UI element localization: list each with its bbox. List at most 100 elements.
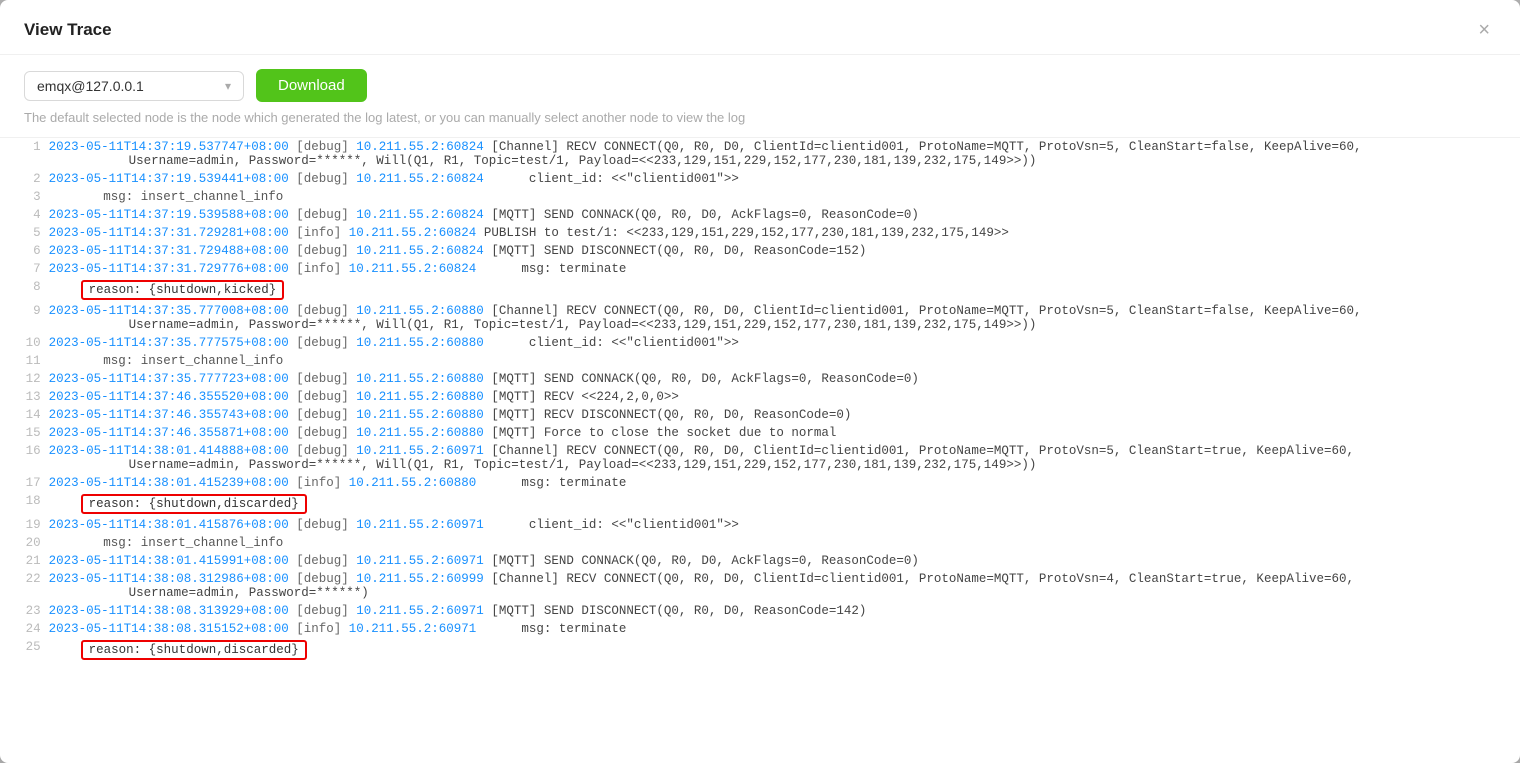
ip-address: 10.211.55.2:60999	[356, 572, 484, 586]
timestamp: 2023-05-11T14:38:08.312986+08:00	[49, 572, 289, 586]
table-row: 8reason: {shutdown,kicked}	[0, 278, 1520, 302]
line-number: 1	[0, 138, 45, 170]
timestamp: 2023-05-11T14:37:31.729281+08:00	[49, 226, 289, 240]
log-line-content: reason: {shutdown,kicked}	[45, 278, 1520, 302]
table-row: 52023-05-11T14:37:31.729281+08:00 [info]…	[0, 224, 1520, 242]
log-line-content: 2023-05-11T14:37:46.355520+08:00 [debug]…	[45, 388, 1520, 406]
log-container[interactable]: 12023-05-11T14:37:19.537747+08:00 [debug…	[0, 137, 1520, 763]
line-number: 8	[0, 278, 45, 302]
log-line-content: 2023-05-11T14:37:35.777575+08:00 [debug]…	[45, 334, 1520, 352]
timestamp: 2023-05-11T14:38:08.315152+08:00	[49, 622, 289, 636]
line-number: 24	[0, 620, 45, 638]
ip-address: 10.211.55.2:60971	[356, 518, 484, 532]
log-line-content: 2023-05-11T14:38:08.315152+08:00 [info] …	[45, 620, 1520, 638]
timestamp: 2023-05-11T14:38:01.415239+08:00	[49, 476, 289, 490]
log-line-content: 2023-05-11T14:38:01.415239+08:00 [info] …	[45, 474, 1520, 492]
log-line-content: 2023-05-11T14:37:35.777008+08:00 [debug]…	[45, 302, 1520, 334]
timestamp: 2023-05-11T14:37:31.729488+08:00	[49, 244, 289, 258]
line-number: 7	[0, 260, 45, 278]
close-button[interactable]: ×	[1472, 18, 1496, 42]
table-row: 22023-05-11T14:37:19.539441+08:00 [debug…	[0, 170, 1520, 188]
ip-address: 10.211.55.2:60824	[356, 172, 484, 186]
ip-address: 10.211.55.2:60824	[356, 244, 484, 258]
log-line-content: msg: insert_channel_info	[45, 534, 1520, 552]
line-number: 10	[0, 334, 45, 352]
log-line-content: 2023-05-11T14:38:01.415876+08:00 [debug]…	[45, 516, 1520, 534]
table-row: 102023-05-11T14:37:35.777575+08:00 [debu…	[0, 334, 1520, 352]
modal-overlay: View Trace × emqx@127.0.0.1 ▾ Download T…	[0, 0, 1520, 763]
log-line-content: 2023-05-11T14:38:01.414888+08:00 [debug]…	[45, 442, 1520, 474]
table-row: 162023-05-11T14:38:01.414888+08:00 [debu…	[0, 442, 1520, 474]
log-line-content: 2023-05-11T14:37:31.729281+08:00 [info] …	[45, 224, 1520, 242]
log-line-content: reason: {shutdown,discarded}	[45, 492, 1520, 516]
ip-address: 10.211.55.2:60824	[349, 226, 477, 240]
timestamp: 2023-05-11T14:37:46.355743+08:00	[49, 408, 289, 422]
line-number: 23	[0, 602, 45, 620]
hint-text: The default selected node is the node wh…	[0, 110, 1520, 137]
ip-address: 10.211.55.2:60971	[356, 444, 484, 458]
line-number: 16	[0, 442, 45, 474]
log-line-content: 2023-05-11T14:37:35.777723+08:00 [debug]…	[45, 370, 1520, 388]
table-row: 222023-05-11T14:38:08.312986+08:00 [debu…	[0, 570, 1520, 602]
table-row: 132023-05-11T14:37:46.355520+08:00 [debu…	[0, 388, 1520, 406]
timestamp: 2023-05-11T14:38:01.414888+08:00	[49, 444, 289, 458]
table-row: 18reason: {shutdown,discarded}	[0, 492, 1520, 516]
ip-address: 10.211.55.2:60880	[356, 408, 484, 422]
table-row: 42023-05-11T14:37:19.539588+08:00 [debug…	[0, 206, 1520, 224]
toolbar: emqx@127.0.0.1 ▾ Download	[0, 55, 1520, 110]
log-table: 12023-05-11T14:37:19.537747+08:00 [debug…	[0, 138, 1520, 662]
modal-header: View Trace ×	[0, 0, 1520, 55]
timestamp: 2023-05-11T14:37:19.539441+08:00	[49, 172, 289, 186]
log-line-content: 2023-05-11T14:38:08.313929+08:00 [debug]…	[45, 602, 1520, 620]
line-number: 14	[0, 406, 45, 424]
timestamp: 2023-05-11T14:38:01.415876+08:00	[49, 518, 289, 532]
timestamp: 2023-05-11T14:37:35.777008+08:00	[49, 304, 289, 318]
line-number: 3	[0, 188, 45, 206]
node-value: emqx@127.0.0.1	[37, 78, 144, 94]
log-line-content: msg: insert_channel_info	[45, 188, 1520, 206]
timestamp: 2023-05-11T14:37:19.539588+08:00	[49, 208, 289, 222]
table-row: 212023-05-11T14:38:01.415991+08:00 [debu…	[0, 552, 1520, 570]
table-row: 242023-05-11T14:38:08.315152+08:00 [info…	[0, 620, 1520, 638]
ip-address: 10.211.55.2:60880	[349, 476, 477, 490]
table-row: 25reason: {shutdown,discarded}	[0, 638, 1520, 662]
modal-title: View Trace	[24, 20, 112, 40]
line-number: 11	[0, 352, 45, 370]
timestamp: 2023-05-11T14:37:35.777723+08:00	[49, 372, 289, 386]
log-line-content: 2023-05-11T14:37:31.729776+08:00 [info] …	[45, 260, 1520, 278]
table-row: 232023-05-11T14:38:08.313929+08:00 [debu…	[0, 602, 1520, 620]
line-number: 15	[0, 424, 45, 442]
highlighted-reason: reason: {shutdown,discarded}	[81, 640, 307, 660]
line-number: 17	[0, 474, 45, 492]
timestamp: 2023-05-11T14:38:08.313929+08:00	[49, 604, 289, 618]
table-row: 20 msg: insert_channel_info	[0, 534, 1520, 552]
log-line-content: 2023-05-11T14:38:01.415991+08:00 [debug]…	[45, 552, 1520, 570]
ip-address: 10.211.55.2:60824	[356, 208, 484, 222]
log-line-content: 2023-05-11T14:38:08.312986+08:00 [debug]…	[45, 570, 1520, 602]
line-number: 12	[0, 370, 45, 388]
ip-address: 10.211.55.2:60880	[356, 372, 484, 386]
ip-address: 10.211.55.2:60971	[349, 622, 477, 636]
table-row: 122023-05-11T14:37:35.777723+08:00 [debu…	[0, 370, 1520, 388]
table-row: 192023-05-11T14:38:01.415876+08:00 [debu…	[0, 516, 1520, 534]
ip-address: 10.211.55.2:60971	[356, 604, 484, 618]
table-row: 12023-05-11T14:37:19.537747+08:00 [debug…	[0, 138, 1520, 170]
node-selector[interactable]: emqx@127.0.0.1 ▾	[24, 71, 244, 101]
line-number: 19	[0, 516, 45, 534]
ip-address: 10.211.55.2:60880	[356, 304, 484, 318]
timestamp: 2023-05-11T14:37:46.355520+08:00	[49, 390, 289, 404]
line-number: 21	[0, 552, 45, 570]
ip-address: 10.211.55.2:60824	[356, 140, 484, 154]
ip-address: 10.211.55.2:60880	[356, 336, 484, 350]
line-number: 22	[0, 570, 45, 602]
download-button[interactable]: Download	[256, 69, 367, 102]
table-row: 72023-05-11T14:37:31.729776+08:00 [info]…	[0, 260, 1520, 278]
table-row: 11 msg: insert_channel_info	[0, 352, 1520, 370]
line-number: 13	[0, 388, 45, 406]
line-number: 6	[0, 242, 45, 260]
log-line-content: 2023-05-11T14:37:31.729488+08:00 [debug]…	[45, 242, 1520, 260]
timestamp: 2023-05-11T14:38:01.415991+08:00	[49, 554, 289, 568]
ip-address: 10.211.55.2:60824	[349, 262, 477, 276]
log-line-content: 2023-05-11T14:37:19.537747+08:00 [debug]…	[45, 138, 1520, 170]
timestamp: 2023-05-11T14:37:19.537747+08:00	[49, 140, 289, 154]
